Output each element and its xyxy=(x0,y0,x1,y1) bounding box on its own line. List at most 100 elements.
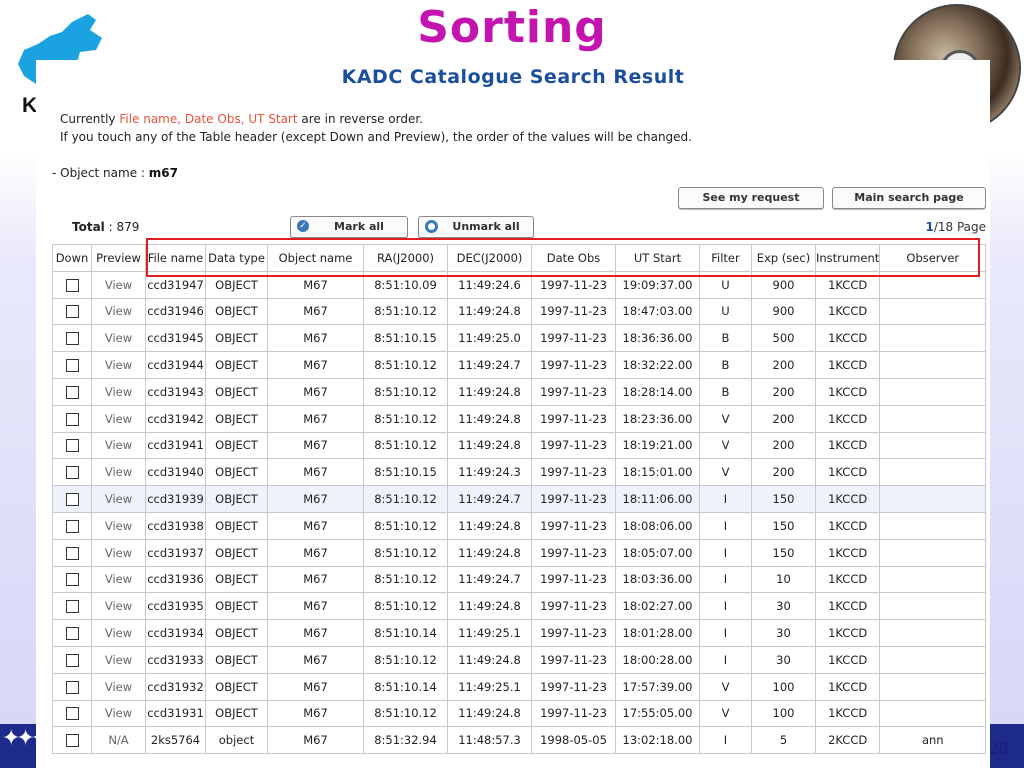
ra-cell: 8:51:10.14 xyxy=(363,619,448,647)
exp-cell: 5 xyxy=(751,726,816,755)
preview-link[interactable]: View xyxy=(91,672,146,701)
data-type-cell: OBJECT xyxy=(205,458,268,487)
main-search-page-button[interactable]: Main search page xyxy=(832,187,986,209)
data-type-cell: OBJECT xyxy=(205,485,268,513)
download-checkbox[interactable] xyxy=(65,493,79,507)
instrument-cell: 1KCCD xyxy=(814,511,881,540)
download-checkbox[interactable] xyxy=(65,359,79,373)
preview-link[interactable]: View xyxy=(91,619,146,647)
instrument-cell: 1KCCD xyxy=(814,324,881,353)
ra-cell: 8:51:10.12 xyxy=(363,592,448,621)
download-checkbox[interactable] xyxy=(65,519,79,533)
download-checkbox[interactable] xyxy=(65,600,79,614)
download-checkbox[interactable] xyxy=(65,412,79,426)
file-name-cell: ccd31941 xyxy=(145,431,206,460)
exp-cell: 200 xyxy=(751,404,816,433)
object-name-cell: M67 xyxy=(267,565,364,594)
exp-cell: 100 xyxy=(751,699,816,728)
preview-link[interactable]: View xyxy=(91,645,146,674)
mark-all-button[interactable]: ✓ Mark all xyxy=(290,216,408,238)
date-obs-cell: 1998-05-05 xyxy=(531,726,616,755)
date-obs-cell: 1997-11-23 xyxy=(531,511,616,540)
header-down: Down xyxy=(52,244,92,272)
object-name-cell: M67 xyxy=(267,672,364,701)
preview-link[interactable]: View xyxy=(91,458,146,487)
total-count: Total : 879 xyxy=(72,220,139,234)
ra-cell: 8:51:10.15 xyxy=(363,324,448,353)
preview-link[interactable]: View xyxy=(91,565,146,594)
preview-link[interactable]: View xyxy=(91,592,146,621)
file-name-cell: ccd31936 xyxy=(145,565,206,594)
date-obs-cell: 1997-11-23 xyxy=(531,324,616,353)
download-checkbox[interactable] xyxy=(65,305,79,319)
ra-cell: 8:51:10.12 xyxy=(363,377,448,406)
preview-link[interactable]: View xyxy=(91,377,146,406)
dec-cell: 11:49:24.8 xyxy=(447,699,532,728)
observer-cell xyxy=(879,699,987,728)
unmark-all-button[interactable]: Unmark all xyxy=(418,216,534,238)
observer-cell xyxy=(879,297,987,326)
download-checkbox[interactable] xyxy=(65,546,79,560)
ra-cell: 8:51:10.12 xyxy=(363,404,448,433)
preview-link[interactable]: View xyxy=(91,485,146,513)
download-checkbox[interactable] xyxy=(65,466,79,480)
search-result-panel: KADC Catalogue Search Result Currently F… xyxy=(36,60,990,768)
preview-link[interactable]: View xyxy=(91,297,146,326)
preview-link[interactable]: View xyxy=(91,431,146,460)
ra-cell: 8:51:10.12 xyxy=(363,351,448,379)
file-name-cell: ccd31935 xyxy=(145,592,206,621)
date-obs-cell: 1997-11-23 xyxy=(531,377,616,406)
download-checkbox-cell xyxy=(52,699,92,728)
file-name-cell: ccd31940 xyxy=(145,458,206,487)
observer-cell xyxy=(879,324,987,353)
file-name-cell: ccd31931 xyxy=(145,699,206,728)
download-checkbox[interactable] xyxy=(65,734,79,748)
data-type-cell: OBJECT xyxy=(205,565,268,594)
preview-link[interactable]: View xyxy=(91,270,146,299)
preview-link[interactable]: View xyxy=(91,404,146,433)
object-name-cell: M67 xyxy=(267,324,364,353)
download-checkbox[interactable] xyxy=(65,385,79,399)
object-name-cell: M67 xyxy=(267,592,364,621)
data-type-cell: OBJECT xyxy=(205,672,268,701)
ra-cell: 8:51:10.14 xyxy=(363,672,448,701)
preview-link[interactable]: View xyxy=(91,511,146,540)
file-name-cell: ccd31938 xyxy=(145,511,206,540)
exp-cell: 150 xyxy=(751,511,816,540)
instrument-cell: 1KCCD xyxy=(814,377,881,406)
download-checkbox[interactable] xyxy=(65,680,79,694)
ut-start-cell: 17:57:39.00 xyxy=(615,672,700,701)
filter-cell: B xyxy=(699,351,752,379)
exp-cell: 30 xyxy=(751,619,816,647)
filter-cell: I xyxy=(699,565,752,594)
download-checkbox[interactable] xyxy=(65,278,79,292)
download-checkbox[interactable] xyxy=(65,573,79,587)
date-obs-cell: 1997-11-23 xyxy=(531,619,616,647)
preview-link[interactable]: View xyxy=(91,538,146,567)
date-obs-cell: 1997-11-23 xyxy=(531,592,616,621)
download-checkbox-cell xyxy=(52,619,92,647)
preview-link[interactable]: View xyxy=(91,324,146,353)
download-checkbox-cell xyxy=(52,458,92,487)
observer-cell xyxy=(879,458,987,487)
ut-start-cell: 18:01:28.00 xyxy=(615,619,700,647)
notice-prefix: Currently xyxy=(60,112,120,126)
download-checkbox[interactable] xyxy=(65,627,79,641)
filter-cell: I xyxy=(699,511,752,540)
date-obs-cell: 1997-11-23 xyxy=(531,297,616,326)
download-checkbox[interactable] xyxy=(65,332,79,346)
preview-link[interactable]: View xyxy=(91,351,146,379)
table-row: View ccd31941 OBJECT M67 8:51:10.12 11:49:24.… xyxy=(52,431,987,460)
object-name-line: - Object name : m67 xyxy=(52,166,178,180)
exp-cell: 150 xyxy=(751,538,816,567)
download-checkbox[interactable] xyxy=(65,653,79,667)
preview-link[interactable]: View xyxy=(91,699,146,728)
ut-start-cell: 18:00:28.00 xyxy=(615,645,700,674)
object-name-cell: M67 xyxy=(267,297,364,326)
download-checkbox[interactable] xyxy=(65,707,79,721)
object-name-label: - Object name : xyxy=(52,166,149,180)
download-checkbox[interactable] xyxy=(65,439,79,453)
total-value: : 879 xyxy=(104,220,140,234)
results-table: Down Preview File name Data type Object … xyxy=(52,244,987,755)
see-my-request-button[interactable]: See my request xyxy=(678,187,824,209)
